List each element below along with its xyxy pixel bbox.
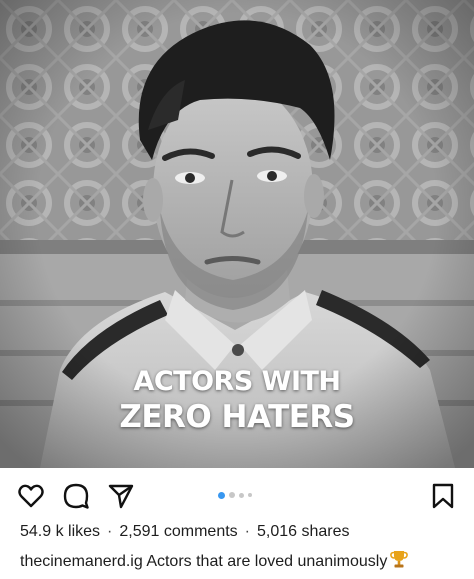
- post-caption: thecinemanerd.ig Actors that are loved u…: [20, 549, 409, 574]
- post-photo[interactable]: ACTORS WITH ZERO HATERS: [0, 0, 474, 468]
- carousel-dot-active: [218, 491, 225, 499]
- stats-separator: ·: [244, 523, 250, 540]
- bookmark-icon[interactable]: [429, 482, 457, 510]
- username-link[interactable]: thecinemanerd.ig: [20, 553, 143, 570]
- carousel-indicator: [218, 491, 252, 499]
- carousel-dot: [239, 492, 244, 498]
- likes-count[interactable]: 54.9 k likes: [20, 523, 100, 540]
- carousel-dot: [229, 492, 235, 498]
- headline-line-2: ZERO HATERS: [119, 399, 355, 435]
- heart-icon[interactable]: [17, 482, 45, 510]
- instagram-post: ACTORS WITH ZERO HATERS 54.9 k likes · 2…: [0, 0, 474, 579]
- engagement-stats: 54.9 k likes · 2,591 comments · 5,016 shares: [20, 523, 350, 541]
- comments-count[interactable]: 2,591 comments: [119, 523, 237, 540]
- comment-bubble-icon[interactable]: [62, 482, 90, 510]
- portrait-image: [0, 0, 474, 468]
- shares-count[interactable]: 5,016 shares: [257, 523, 350, 540]
- headline-line-1: ACTORS WITH: [133, 366, 341, 397]
- post-action-bar: [0, 478, 474, 514]
- stats-separator: ·: [107, 523, 113, 540]
- caption-text: Actors that are loved unanimously: [146, 553, 388, 570]
- carousel-dot: [248, 493, 252, 497]
- trophy-icon: [389, 549, 409, 574]
- paper-plane-icon[interactable]: [107, 482, 135, 510]
